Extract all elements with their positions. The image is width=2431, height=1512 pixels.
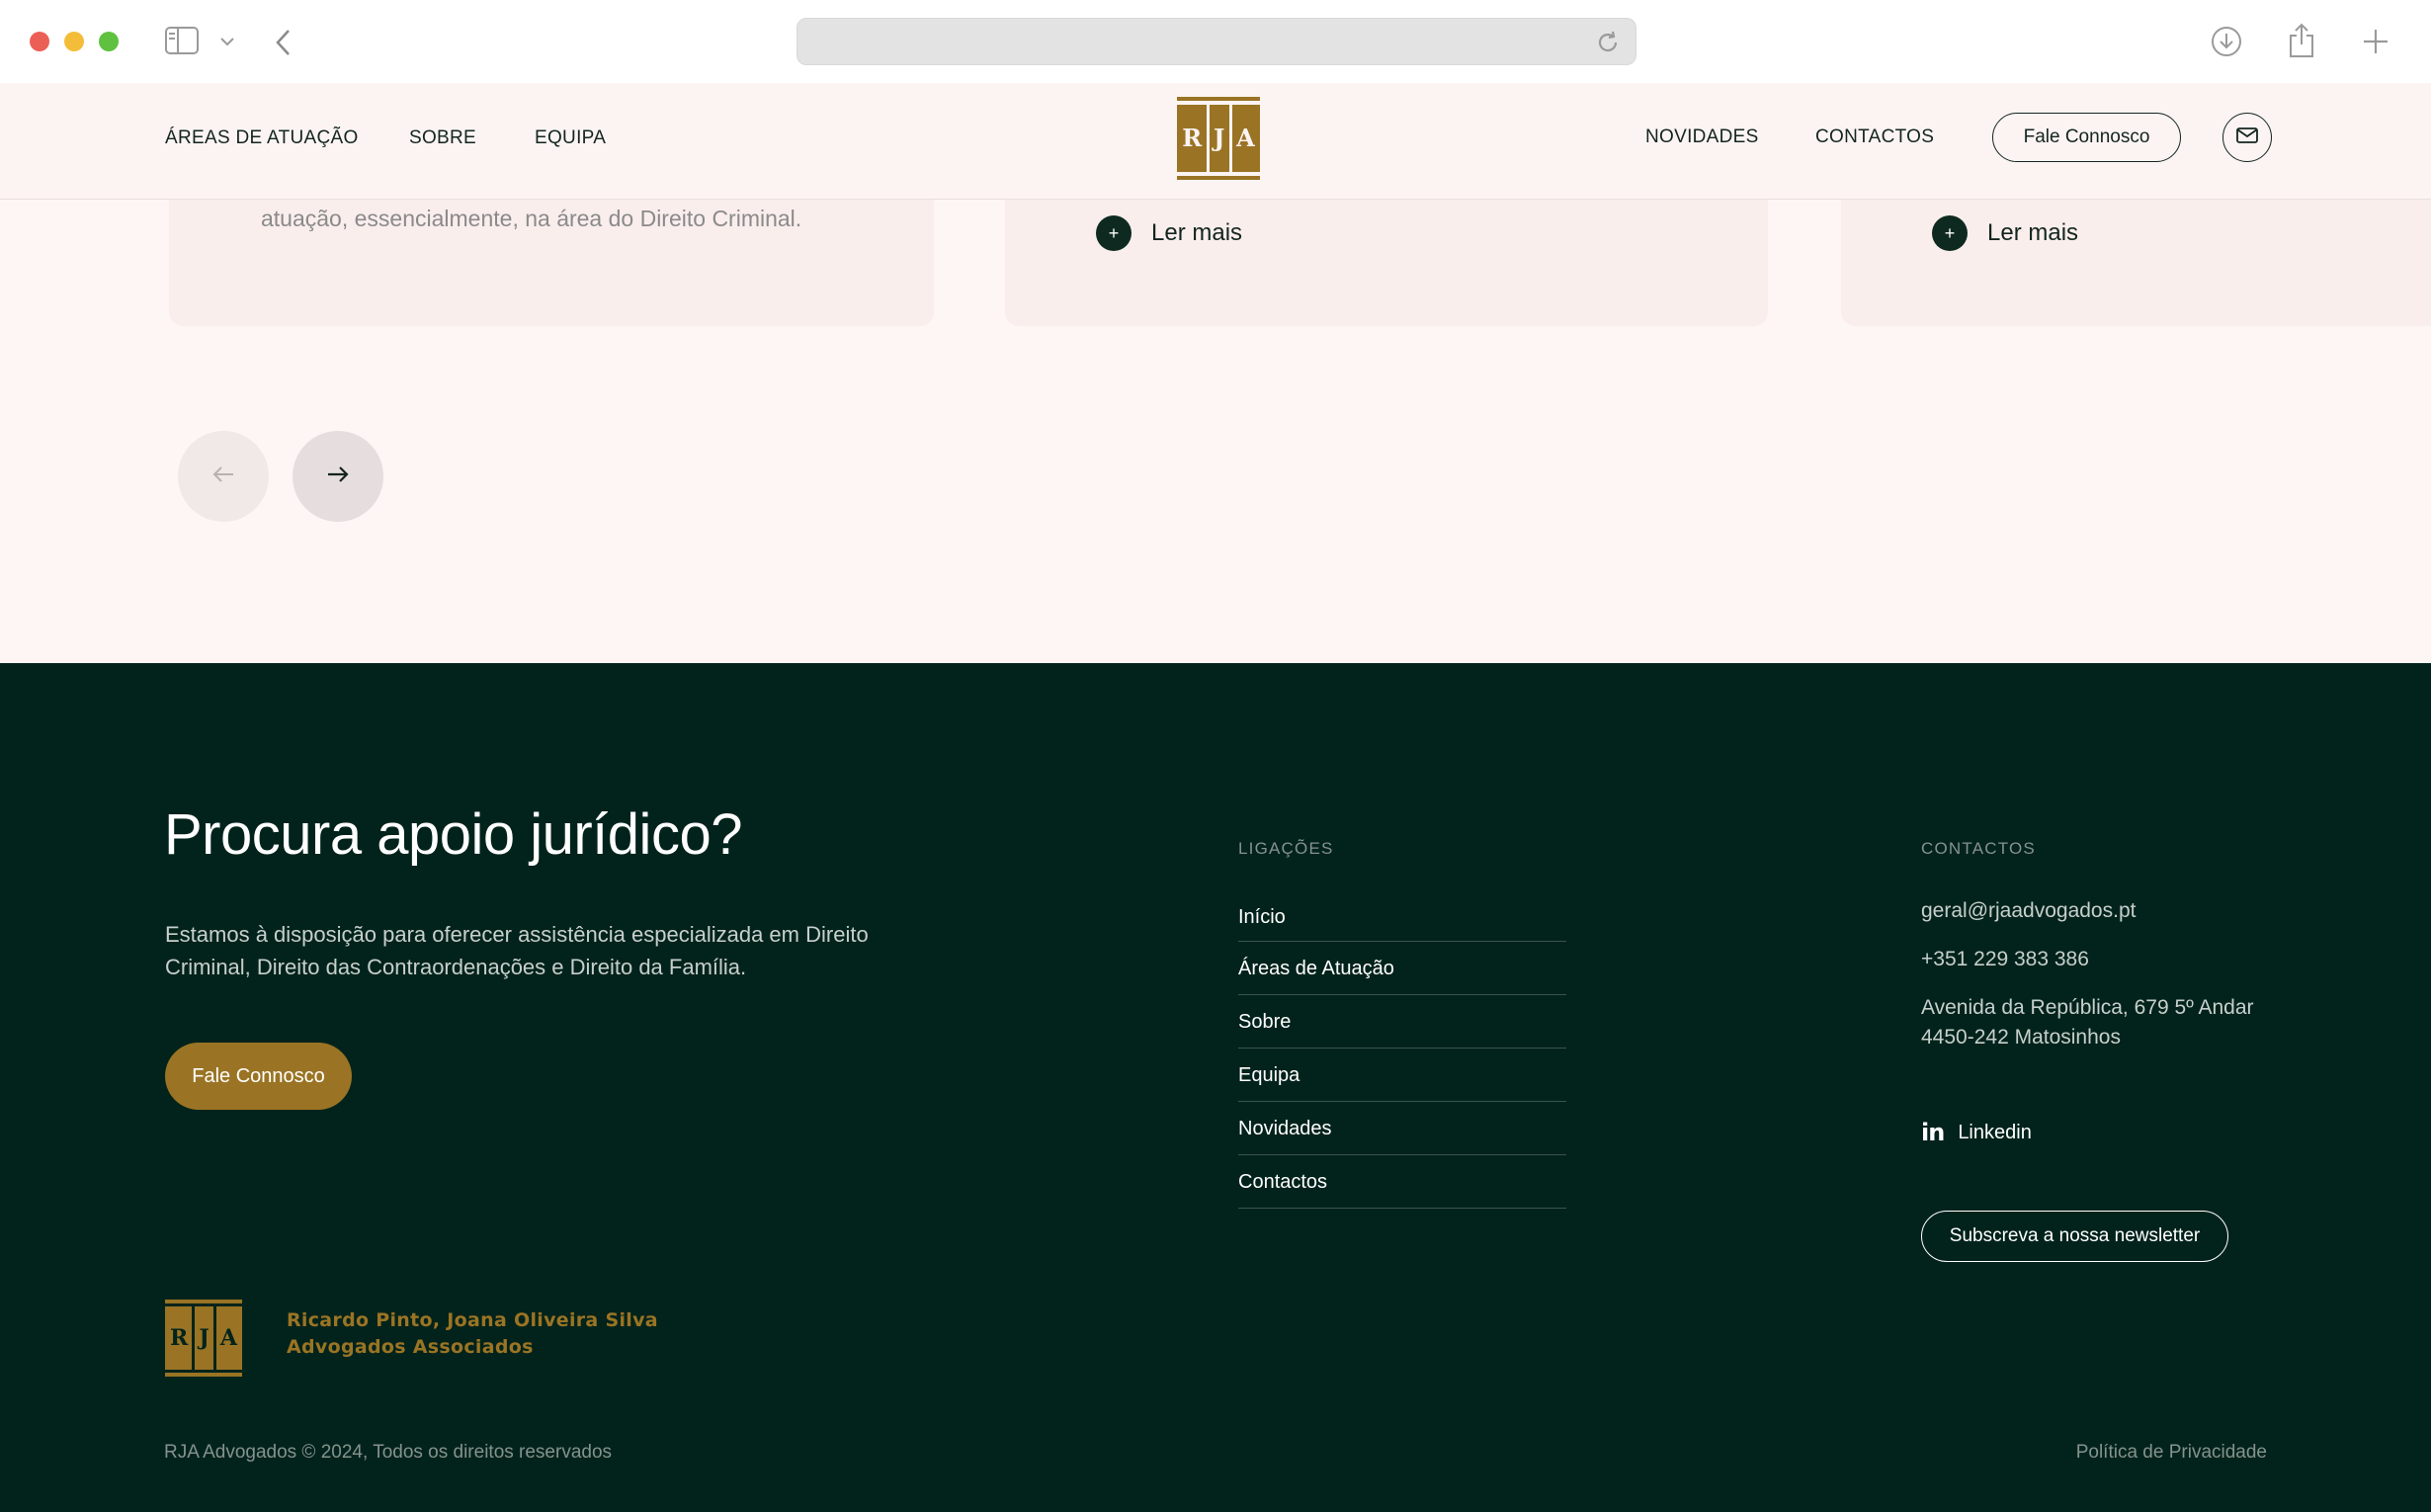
logo-letter: J — [1213, 124, 1225, 152]
contact-us-button[interactable]: Fale Connosco — [1992, 113, 2181, 162]
read-more-label: Ler mais — [1987, 219, 2079, 246]
maximize-window-button[interactable] — [99, 32, 119, 51]
logo-letter: A — [1236, 124, 1255, 152]
footer-contact-button[interactable]: Fale Connosco — [165, 1043, 352, 1110]
nav-link-novidades[interactable]: NOVIDADES — [1645, 126, 1759, 148]
mail-icon — [2236, 126, 2258, 148]
logo-letter: R — [170, 1325, 189, 1351]
arrow-right-icon — [327, 465, 349, 488]
address-bar[interactable] — [796, 18, 1636, 65]
nav-link-sobre[interactable]: SOBRE — [409, 127, 476, 149]
new-tab-icon[interactable] — [2361, 27, 2390, 56]
linkedin-link[interactable]: in Linkedin — [1921, 1119, 2032, 1146]
copyright-text: RJA Advogados © 2024, Todos os direitos … — [164, 1442, 613, 1463]
practice-card — [1841, 200, 2431, 326]
reload-icon[interactable] — [1594, 29, 1622, 56]
logo-letter: A — [219, 1325, 237, 1351]
plus-icon: + — [1096, 215, 1132, 251]
footer-logo: R J A — [165, 1300, 242, 1377]
links-heading: LIGAÇÕES — [1238, 839, 1334, 858]
site-logo[interactable]: R J A — [1177, 97, 1260, 180]
browser-toolbar — [0, 0, 2431, 83]
close-window-button[interactable] — [30, 32, 49, 51]
read-more-link[interactable]: + Ler mais — [1932, 215, 2078, 251]
card-description: atuação, essencialmente, na área do Dire… — [261, 206, 802, 231]
nav-link-contactos[interactable]: CONTACTOS — [1815, 126, 1934, 148]
footer-link-sobre[interactable]: Sobre — [1238, 995, 1566, 1049]
carousel-next-button[interactable] — [293, 431, 383, 522]
firm-name-line1: Ricardo Pinto, Joana Oliveira Silva — [287, 1309, 658, 1331]
firm-name-line2: Advogados Associados — [287, 1336, 534, 1358]
privacy-policy-link[interactable]: Política de Privacidade — [2076, 1442, 2267, 1464]
site-footer: Procura apoio jurídico? Estamos à dispos… — [0, 663, 2431, 1512]
contact-address-line2: 4450-242 Matosinhos — [1921, 1026, 2121, 1049]
read-more-label: Ler mais — [1151, 219, 1243, 246]
downloads-icon[interactable] — [2210, 25, 2243, 58]
footer-link-inicio[interactable]: Início — [1238, 892, 1566, 942]
nav-link-equipa[interactable]: EQUIPA — [535, 127, 606, 149]
linkedin-label: Linkedin — [1958, 1121, 2032, 1143]
share-icon[interactable] — [2287, 22, 2316, 59]
footer-link-contactos[interactable]: Contactos — [1238, 1155, 1566, 1209]
contact-phone[interactable]: +351 229 383 386 — [1921, 945, 2089, 974]
footer-title: Procura apoio jurídico? — [164, 802, 742, 867]
footer-link-equipa[interactable]: Equipa — [1238, 1049, 1566, 1102]
footer-link-novidades[interactable]: Novidades — [1238, 1102, 1566, 1155]
minimize-window-button[interactable] — [64, 32, 84, 51]
newsletter-button[interactable]: Subscreva a nossa newsletter — [1921, 1211, 2228, 1262]
arrow-left-icon — [212, 465, 234, 488]
firm-name: Ricardo Pinto, Joana Oliveira Silva Advo… — [287, 1307, 658, 1361]
nav-link-areas[interactable]: ÁREAS DE ATUAÇÃO — [165, 127, 359, 149]
site-header: ÁREAS DE ATUAÇÃO SOBRE EQUIPA R J A NOVI… — [0, 83, 2431, 200]
carousel-prev-button[interactable] — [178, 431, 269, 522]
mail-button[interactable] — [2222, 113, 2272, 162]
contacts-heading: CONTACTOS — [1921, 839, 2036, 858]
chevron-down-icon[interactable] — [218, 34, 236, 49]
footer-description: Estamos à disposição para oferecer assis… — [165, 922, 869, 979]
contact-address-line1: Avenida da República, 679 5º Andar — [1921, 996, 2254, 1019]
read-more-link[interactable]: + Ler mais — [1096, 215, 1242, 251]
sidebar-toggle-icon[interactable] — [164, 26, 200, 55]
linkedin-icon: in — [1921, 1119, 1945, 1146]
logo-letter: J — [199, 1325, 210, 1351]
logo-letter: R — [1182, 124, 1203, 152]
contact-email[interactable]: geral@rjaadvogados.pt — [1921, 896, 2136, 926]
footer-link-areas[interactable]: Áreas de Atuação — [1238, 942, 1566, 995]
footer-links: Início Áreas de Atuação Sobre Equipa Nov… — [1238, 892, 1566, 1209]
plus-icon: + — [1932, 215, 1968, 251]
back-icon[interactable] — [273, 28, 293, 57]
